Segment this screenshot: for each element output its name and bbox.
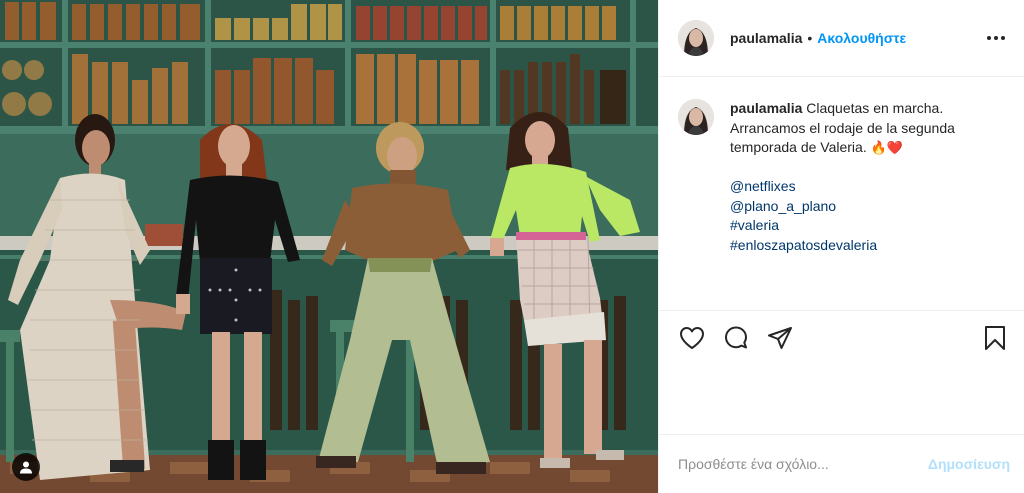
hashtag-link-enloszapatosdevaleria[interactable]: #enloszapatosdevaleria — [730, 236, 1000, 256]
mention-link-plano-a-plano[interactable]: @plano_a_plano — [730, 197, 1000, 217]
post-photo[interactable] — [0, 0, 658, 493]
separator-dot: • — [807, 30, 813, 46]
bookmark-icon — [985, 325, 1005, 350]
heart-icon — [680, 326, 704, 349]
comment-input[interactable] — [678, 456, 928, 472]
save-button[interactable] — [980, 323, 1010, 353]
post-side-panel: paulamalia • Ακολουθήστε paulamalia Claq… — [658, 0, 1024, 493]
avatar-image — [678, 99, 714, 135]
user-icon — [20, 461, 32, 474]
mention-link-netflixes[interactable]: @netflixes — [730, 177, 1000, 197]
tagged-users-button[interactable] — [12, 453, 40, 481]
share-button[interactable] — [765, 323, 795, 353]
like-button[interactable] — [677, 323, 707, 353]
follow-button[interactable]: Ακολουθήστε — [817, 30, 906, 46]
caption-body: paulamalia Claquetas en marcha. Arrancam… — [730, 99, 1000, 309]
comment-icon — [725, 326, 747, 348]
caption-emojis: 🔥❤️ — [870, 140, 903, 155]
post-caption: paulamalia Claquetas en marcha. Arrancam… — [659, 77, 1024, 309]
post-header: paulamalia • Ακολουθήστε — [659, 0, 1024, 77]
header-username[interactable]: paulamalia — [730, 30, 802, 46]
avatar[interactable] — [678, 20, 714, 56]
avatar-image — [678, 20, 714, 56]
caption-username[interactable]: paulamalia — [730, 100, 802, 116]
hashtag-link-valeria[interactable]: #valeria — [730, 216, 1000, 236]
post-actions — [659, 310, 1024, 364]
caption-avatar[interactable] — [678, 99, 714, 135]
share-icon — [768, 326, 792, 349]
more-horizontal-icon — [987, 36, 1005, 40]
post-comment-button[interactable]: Δημοσίευση — [928, 456, 1010, 472]
comment-bar: Δημοσίευση — [659, 434, 1024, 493]
more-options-button[interactable] — [984, 26, 1008, 50]
post-photo-illustration — [0, 0, 658, 493]
comment-button[interactable] — [721, 323, 751, 353]
instagram-post: paulamalia • Ακολουθήστε paulamalia Claq… — [0, 0, 1024, 493]
